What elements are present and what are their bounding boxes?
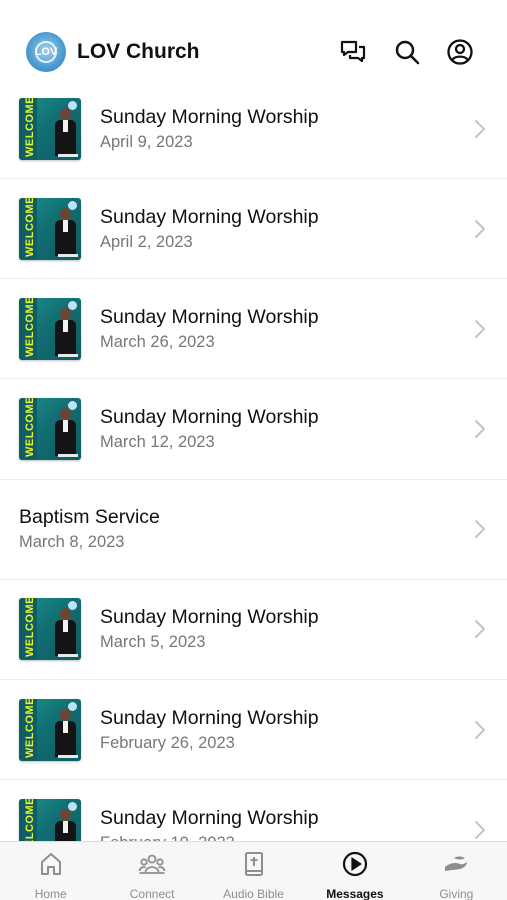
tab-label: Audio Bible: [223, 887, 284, 900]
chevron-right-icon: [473, 819, 487, 841]
sermon-thumbnail: WELCOME: [19, 97, 81, 160]
thumbnail-banner-text: WELCOME: [24, 397, 36, 457]
thumbnail-banner-text: WELCOME: [24, 598, 36, 658]
message-row[interactable]: Baptism Service March 8, 2023: [0, 480, 507, 580]
chevron-right-icon: [473, 418, 487, 440]
message-date: April 2, 2023: [100, 232, 193, 251]
tab-connect[interactable]: Connect: [101, 842, 202, 900]
tab-audio-bible[interactable]: Audio Bible: [203, 842, 304, 900]
thumbnail-banner-text: WELCOME: [24, 698, 36, 758]
bottom-tab-bar: Home Connect Audio Bible Messages Giving: [0, 841, 507, 900]
sermon-thumbnail: WELCOME: [19, 598, 81, 661]
message-date: March 8, 2023: [19, 533, 125, 552]
church-logo[interactable]: LOV: [26, 32, 66, 72]
account-icon[interactable]: [446, 38, 474, 66]
message-row[interactable]: WELCOME Sunday Morning Worship March 5, 20…: [0, 580, 507, 680]
messages-list[interactable]: WELCOME Sunday Morning Worship April 9, 20…: [0, 79, 507, 841]
tab-label: Home: [34, 887, 67, 900]
thumbnail-banner-text: WELCOME: [24, 97, 36, 157]
logo-emblem: LOV: [35, 41, 57, 63]
chevron-right-icon: [473, 318, 487, 340]
message-title: Sunday Morning Worship: [100, 706, 319, 729]
tab-messages[interactable]: Messages: [304, 842, 405, 900]
message-title: Baptism Service: [19, 506, 160, 529]
sermon-thumbnail: WELCOME: [19, 698, 81, 761]
sermon-thumbnail: WELCOME: [19, 197, 81, 260]
sermon-thumbnail: WELCOME: [19, 297, 81, 360]
message-title: Sunday Morning Worship: [100, 205, 319, 228]
message-date: February 26, 2023: [100, 733, 235, 752]
chevron-right-icon: [473, 518, 487, 540]
tab-label: Connect: [129, 887, 175, 900]
message-title: Sunday Morning Worship: [100, 105, 319, 128]
tab-home[interactable]: Home: [0, 842, 101, 900]
bible-icon: [240, 850, 268, 883]
message-date: March 5, 2023: [100, 633, 206, 652]
tab-giving[interactable]: Giving: [406, 842, 507, 900]
giving-hand-icon: [442, 850, 470, 883]
chevron-right-icon: [473, 218, 487, 240]
message-date: April 9, 2023: [100, 132, 193, 151]
app-header: LOV LOV Church: [0, 0, 507, 92]
chat-icon[interactable]: [339, 38, 367, 66]
home-icon: [37, 850, 65, 883]
thumbnail-banner-text: WELCOME: [24, 297, 36, 357]
app-title: LOV Church: [77, 40, 200, 63]
play-circle-icon: [341, 850, 369, 883]
tab-label: Messages: [326, 887, 384, 900]
thumbnail-banner-text: WELCOME: [24, 798, 36, 841]
message-date: March 26, 2023: [100, 332, 215, 351]
message-title: Sunday Morning Worship: [100, 405, 319, 428]
message-row[interactable]: WELCOME Sunday Morning Worship March 26, 2…: [0, 279, 507, 380]
message-date: February 19, 2023: [100, 834, 319, 841]
sermon-thumbnail: WELCOME: [19, 798, 81, 841]
message-row[interactable]: WELCOME Sunday Morning Worship April 9, 20…: [0, 79, 507, 179]
message-title: Sunday Morning Worship: [100, 305, 319, 328]
tab-label: Giving: [439, 887, 474, 900]
search-icon[interactable]: [393, 38, 421, 66]
chevron-right-icon: [473, 118, 487, 140]
message-row[interactable]: WELCOME Sunday Morning Worship February 19…: [0, 780, 507, 841]
sermon-thumbnail: WELCOME: [19, 397, 81, 460]
message-row[interactable]: WELCOME Sunday Morning Worship April 2, 20…: [0, 179, 507, 280]
message-row[interactable]: WELCOME Sunday Morning Worship March 12, 2…: [0, 379, 507, 480]
people-icon: [138, 850, 166, 883]
message-title: Sunday Morning Worship: [100, 806, 319, 829]
message-title: Sunday Morning Worship: [100, 606, 319, 629]
message-row[interactable]: WELCOME Sunday Morning Worship February 26…: [0, 680, 507, 781]
message-date: March 12, 2023: [100, 432, 215, 451]
chevron-right-icon: [473, 719, 487, 741]
thumbnail-banner-text: WELCOME: [24, 197, 36, 257]
chevron-right-icon: [473, 618, 487, 640]
